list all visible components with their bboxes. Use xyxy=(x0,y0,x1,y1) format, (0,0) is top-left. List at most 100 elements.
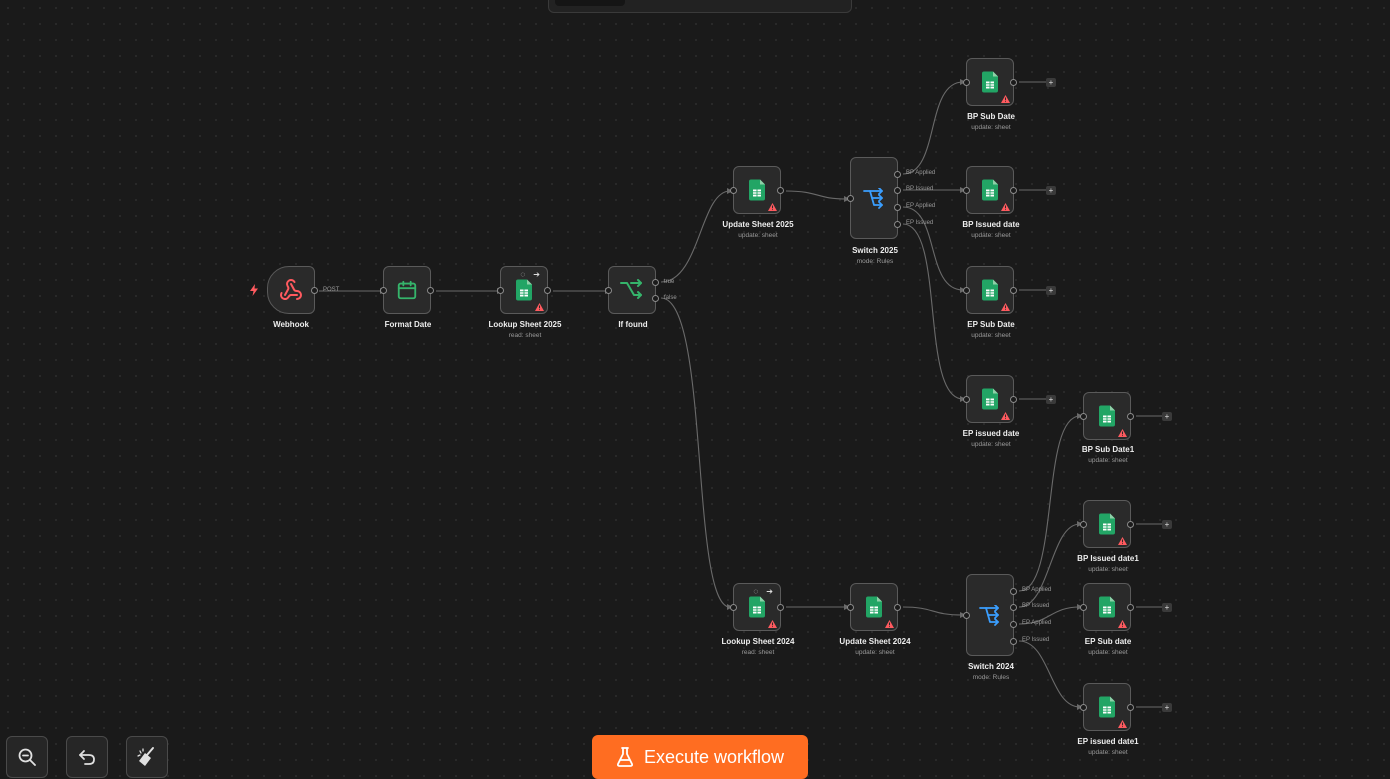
input-port[interactable] xyxy=(847,195,854,202)
output-port[interactable] xyxy=(544,287,551,294)
node-sublabel: read: sheet xyxy=(508,332,542,339)
output-label-bp-applied: BP Applied xyxy=(1022,587,1052,593)
input-port[interactable] xyxy=(605,287,612,294)
node-label: Update Sheet 2025 xyxy=(722,220,794,229)
google-sheets-icon xyxy=(1099,696,1115,718)
add-node-button[interactable]: + xyxy=(1046,78,1056,87)
input-port[interactable] xyxy=(963,612,970,619)
add-node-button[interactable]: + xyxy=(1046,186,1056,195)
output-port[interactable] xyxy=(1127,704,1134,711)
node-bp-sub-date[interactable] xyxy=(963,58,1017,106)
node-label: EP Sub date xyxy=(1084,637,1132,646)
node-label: Update Sheet 2024 xyxy=(839,637,911,646)
node-sublabel: update: sheet xyxy=(1088,649,1128,656)
input-port[interactable] xyxy=(497,287,504,294)
node-bp-sub-date1[interactable] xyxy=(1080,392,1134,440)
node-webhook[interactable] xyxy=(267,266,318,314)
output-port[interactable] xyxy=(1010,79,1017,86)
node-bp-issued-date1[interactable] xyxy=(1080,500,1134,548)
output-port-bp-issued[interactable] xyxy=(1010,604,1017,611)
node-ep-issued-date1[interactable] xyxy=(1080,683,1134,731)
node-lookup-sheet-2024[interactable]: ◌ ➔ xyxy=(730,583,784,631)
node-switch-2024[interactable] xyxy=(963,574,1017,656)
warning-icon xyxy=(1118,537,1127,545)
node-ep-sub-date[interactable] xyxy=(963,266,1017,314)
node-lookup-sheet-2025[interactable]: ◌ ➔ xyxy=(497,266,551,314)
input-port[interactable] xyxy=(963,287,970,294)
output-port[interactable] xyxy=(311,287,318,294)
input-port[interactable] xyxy=(1080,521,1087,528)
output-port[interactable] xyxy=(1127,521,1134,528)
output-port[interactable] xyxy=(1010,187,1017,194)
google-sheets-icon xyxy=(982,71,998,93)
execute-workflow-button[interactable]: Execute workflow xyxy=(592,735,808,779)
input-port[interactable] xyxy=(963,396,970,403)
node-label: EP Sub Date xyxy=(967,320,1015,329)
node-sublabel: update: sheet xyxy=(855,649,895,656)
google-sheets-icon xyxy=(1099,405,1115,427)
add-node-button[interactable]: + xyxy=(1162,412,1172,421)
output-port-ep-issued[interactable] xyxy=(894,221,901,228)
input-port[interactable] xyxy=(730,604,737,611)
node-ep-sub-date-2[interactable] xyxy=(1080,583,1134,631)
add-node-button[interactable]: + xyxy=(1162,703,1172,712)
output-port-ep-applied[interactable] xyxy=(1010,621,1017,628)
output-port-bp-issued[interactable] xyxy=(894,187,901,194)
node-bp-issued-date[interactable] xyxy=(963,166,1017,214)
output-label-false: false xyxy=(664,295,677,301)
google-sheets-icon xyxy=(749,179,765,201)
flask-icon xyxy=(616,747,634,767)
add-node-button[interactable]: + xyxy=(1046,286,1056,295)
input-port[interactable] xyxy=(380,287,387,294)
node-label: Switch 2025 xyxy=(852,246,898,255)
input-port[interactable] xyxy=(963,79,970,86)
node-if-found[interactable] xyxy=(605,266,659,314)
add-node-button[interactable]: + xyxy=(1046,395,1056,404)
node-update-sheet-2025[interactable] xyxy=(730,166,784,214)
output-port[interactable] xyxy=(777,604,784,611)
output-port-ep-applied[interactable] xyxy=(894,204,901,211)
add-node-button[interactable]: + xyxy=(1162,603,1172,612)
google-sheets-icon xyxy=(982,279,998,301)
add-node-button[interactable]: + xyxy=(1162,520,1172,529)
output-port-false[interactable] xyxy=(652,295,659,302)
output-port-ep-issued[interactable] xyxy=(1010,638,1017,645)
google-sheets-icon xyxy=(1099,513,1115,535)
switch-icon xyxy=(862,187,886,210)
node-update-sheet-2024[interactable] xyxy=(847,583,901,631)
node-hover-controls[interactable]: ◌ ➔ xyxy=(520,270,543,279)
tidy-up-button[interactable] xyxy=(126,736,168,778)
output-port[interactable] xyxy=(1010,287,1017,294)
input-port[interactable] xyxy=(847,604,854,611)
node-format-date[interactable] xyxy=(380,266,434,314)
input-port[interactable] xyxy=(1080,604,1087,611)
input-port[interactable] xyxy=(1080,704,1087,711)
broom-icon xyxy=(136,746,158,768)
node-label: Switch 2024 xyxy=(968,662,1014,671)
output-port[interactable] xyxy=(1127,604,1134,611)
output-port[interactable] xyxy=(1127,413,1134,420)
google-sheets-icon xyxy=(982,388,998,410)
trigger-bolt-icon xyxy=(250,284,258,296)
input-port[interactable] xyxy=(963,187,970,194)
node-sublabel: update: sheet xyxy=(1088,749,1128,756)
node-hover-controls[interactable]: ◌ ➔ xyxy=(753,587,776,596)
output-port[interactable] xyxy=(777,187,784,194)
input-port[interactable] xyxy=(730,187,737,194)
warning-icon xyxy=(768,203,777,211)
input-port[interactable] xyxy=(1080,413,1087,420)
output-port[interactable] xyxy=(894,604,901,611)
output-port-true[interactable] xyxy=(652,279,659,286)
node-sublabel: update: sheet xyxy=(971,124,1011,131)
output-port[interactable] xyxy=(1010,396,1017,403)
node-ep-issued-date[interactable] xyxy=(963,375,1017,423)
warning-icon xyxy=(1118,429,1127,437)
zoom-out-button[interactable] xyxy=(6,736,48,778)
node-switch-2025[interactable] xyxy=(847,157,901,239)
output-port-bp-applied[interactable] xyxy=(1010,588,1017,595)
google-sheets-icon xyxy=(749,596,765,618)
node-label: BP Issued date1 xyxy=(1077,554,1139,563)
output-port[interactable] xyxy=(427,287,434,294)
undo-button[interactable] xyxy=(66,736,108,778)
output-port-bp-applied[interactable] xyxy=(894,171,901,178)
